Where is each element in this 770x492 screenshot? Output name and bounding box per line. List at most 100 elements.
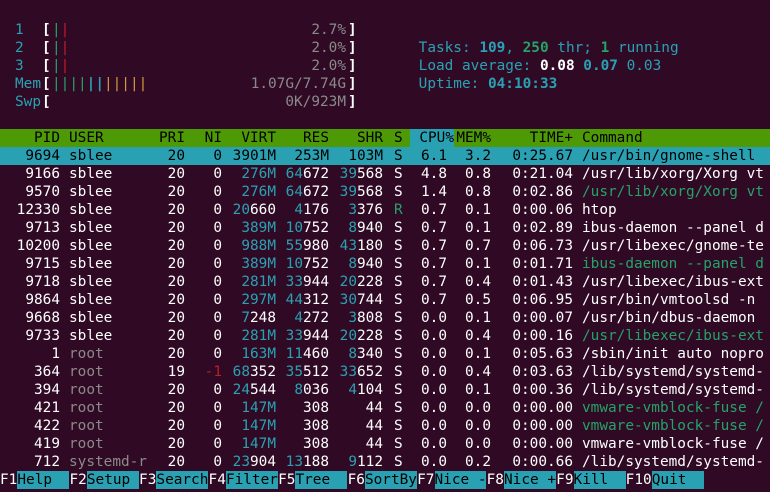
process-row[interactable]: 1 root 20 0 163M 11460 8340 S 0.0 0.1 0:05.63/sbin… <box>0 345 770 363</box>
column-header-ni[interactable]: NI <box>205 129 222 147</box>
process-row[interactable]: 9715 sblee 20 0 389M 10752 8940 S 0.7 0.1 0:01.71 i… <box>0 255 770 273</box>
process-shr-thousands: 20 <box>339 328 357 344</box>
column-header-virt[interactable]: VIRT <box>241 129 276 147</box>
column-header-time[interactable]: TIME+ <box>530 129 573 147</box>
process-row[interactable]: 422 root 20 0 147M 308 44 S 0.0 0.0 0:00.00 vmware-… <box>0 417 770 435</box>
column-header-user[interactable]: USER <box>69 129 104 147</box>
process-shr: 33652 <box>340 363 383 381</box>
process-row[interactable]: 9694 sblee 20 0 3901M 253M 103M S 6.1 3.2 0:25.67 /… <box>0 147 770 165</box>
process-row[interactable]: 12330 sblee 20 0 20660 4176 3376 R 0.7 0.1 0:00.06… <box>0 201 770 219</box>
process-row[interactable]: 364 root 19 -1 68352 35512 33652 S 0.0 0.4 0:03.63… <box>0 363 770 381</box>
process-mem: 3.2 <box>465 148 491 164</box>
process-time: 0:21.04 <box>512 166 573 182</box>
process-ni: 0 <box>213 238 222 254</box>
fkey-f6-label[interactable]: SortBy <box>364 471 417 489</box>
fkey-f10[interactable]: F10 <box>625 471 652 489</box>
fkey-f4-label[interactable]: Filter <box>225 471 278 489</box>
process-row[interactable]: 9570 sblee 20 0 276M 64672 39568 S 1.4 0.8 0:02.86… <box>0 183 770 201</box>
fkey-f2-label[interactable]: Setup <box>86 471 139 489</box>
process-s: S <box>394 148 403 164</box>
process-shr: 9112 <box>348 453 383 471</box>
fkey-f1-label[interactable]: Help <box>17 471 70 489</box>
cpu3-meter-close-bracket: ] <box>348 58 357 74</box>
process-s: S <box>394 382 403 398</box>
process-user: root <box>69 364 104 380</box>
process-pid: 419 <box>34 436 60 452</box>
fkey-f4[interactable]: F4 <box>208 471 226 489</box>
process-shr: 44 <box>365 436 383 452</box>
process-time: 0:06.95 <box>512 292 573 308</box>
column-header-shr[interactable]: SHR <box>357 129 383 147</box>
process-res-thousands: 64 <box>285 184 303 200</box>
swp-meter-label: Swp <box>15 94 41 110</box>
fkey-f3[interactable]: F3 <box>139 471 157 489</box>
process-row[interactable]: 9733 sblee 20 0 281M 33944 20228 S 0.0 0.4 0:00.16… <box>0 327 770 345</box>
fkey-f6[interactable]: F6 <box>347 471 365 489</box>
fkey-f3-label[interactable]: Search <box>156 471 209 489</box>
process-mem: 0.4 <box>465 328 491 344</box>
fkey-f7-label[interactable]: Nice - <box>434 471 487 489</box>
process-row[interactable]: 9864 sblee 20 0 297M 44312 30744 S 0.7 0.5 0:06.95… <box>0 291 770 309</box>
mem-meter-bar-cache: ||||| <box>103 76 148 92</box>
process-res: 64672 <box>286 183 329 201</box>
process-res: 55980 <box>286 237 329 255</box>
mem-meter-bar-used: |||| <box>52 76 87 92</box>
process-shr-units: 228 <box>357 274 383 290</box>
process-pri: 20 <box>167 346 185 362</box>
process-mem: 0.1 <box>465 346 491 362</box>
process-virt: 988M <box>241 238 276 254</box>
htop-terminal[interactable]: 1[|| 2.7%] 2[|| 2.0%] 3[|| 2.0%] Mem[|||||||||… <box>0 0 770 492</box>
process-row[interactable]: 712 systemd-r 20 0 23904 13188 9112 S 0.0 0.2 0:00… <box>0 453 770 471</box>
process-pid: 9166 <box>25 166 60 182</box>
process-row[interactable]: 9166 sblee 20 0 276M 64672 39568 S 4.8 0.8 0:21.04… <box>0 165 770 183</box>
process-s: S <box>394 238 403 254</box>
process-shr-units: 104 <box>357 382 383 398</box>
process-res-units: 752 <box>303 220 329 236</box>
process-row[interactable]: 10200 sblee 20 0 988M 55980 43180 S 0.7 0.7 0:06.7… <box>0 237 770 255</box>
process-user: sblee <box>69 166 113 182</box>
process-cpu: 0.0 <box>421 310 447 326</box>
process-shr-thousands: 8 <box>348 256 357 272</box>
process-mem: 0.7 <box>465 238 491 254</box>
process-row[interactable]: 394 root 20 0 24544 8036 4104 S 0.0 0.1 0:00.36/li… <box>0 381 770 399</box>
process-virt: 24544 <box>233 381 276 399</box>
fkey-f9-label[interactable]: Kill <box>573 471 626 489</box>
process-shr-thousands: 3 <box>348 202 357 218</box>
column-header-s[interactable]: S <box>394 129 403 147</box>
process-shr-thousands: 39 <box>339 184 357 200</box>
process-cmd: /lib/systemd/systemd- <box>582 364 764 380</box>
process-pid: 9864 <box>25 292 60 308</box>
process-row[interactable]: 419 root 20 0 147M 308 44 S 0.0 0.0 0:00.00 vmware-… <box>0 435 770 453</box>
column-header-res[interactable]: RES <box>303 129 329 147</box>
process-row[interactable]: 421 root 20 0 147M 308 44 S 0.0 0.0 0:00.00 vmware-… <box>0 399 770 417</box>
column-header-cmd[interactable]: Command <box>582 129 643 147</box>
fkey-f1[interactable]: F1 <box>0 471 18 489</box>
fkey-f8-label[interactable]: Nice + <box>504 471 556 489</box>
process-s: S <box>394 166 403 182</box>
column-header-pid[interactable]: PID <box>34 129 60 147</box>
fkey-f7[interactable]: F7 <box>417 471 435 489</box>
process-shr: 8940 <box>348 219 383 237</box>
fkey-f10-label[interactable]: Quit <box>651 471 704 489</box>
mem-meter-bar-buffers: || <box>86 76 104 92</box>
fkey-f5[interactable]: F5 <box>278 471 296 489</box>
process-cmd: /usr/libexec/gnome-te <box>582 238 764 254</box>
column-header-mem[interactable]: MEM% <box>456 129 491 147</box>
fkey-f2[interactable]: F2 <box>69 471 87 489</box>
column-header-pri[interactable]: PRI <box>159 129 185 147</box>
process-shr: 39568 <box>340 165 383 183</box>
process-pid: 364 <box>34 364 60 380</box>
process-pri: 20 <box>167 418 185 434</box>
process-user: root <box>69 400 104 416</box>
fkey-f8[interactable]: F8 <box>486 471 504 489</box>
cpu3-meter: 3[|| 2.0%] <box>0 57 360 75</box>
process-row[interactable]: 9713 sblee 20 0 389M 10752 8940 S 0.7 0.1 0:02.89 i… <box>0 219 770 237</box>
process-row[interactable]: 9718 sblee 20 0 281M 33944 20228 S 0.7 0.4 0:01.43… <box>0 273 770 291</box>
column-header-cpu[interactable]: CPU% <box>410 129 454 147</box>
fkey-f9[interactable]: F9 <box>556 471 574 489</box>
process-ni: 0 <box>213 148 222 164</box>
cpu3-meter-label: 3 <box>15 58 24 74</box>
process-row[interactable]: 9668 sblee 20 0 7248 4272 3808 S 0.0 0.1 0:00.07/u… <box>0 309 770 327</box>
fkey-f5-label[interactable]: Tree <box>295 471 348 489</box>
process-shr-units: 228 <box>357 328 383 344</box>
